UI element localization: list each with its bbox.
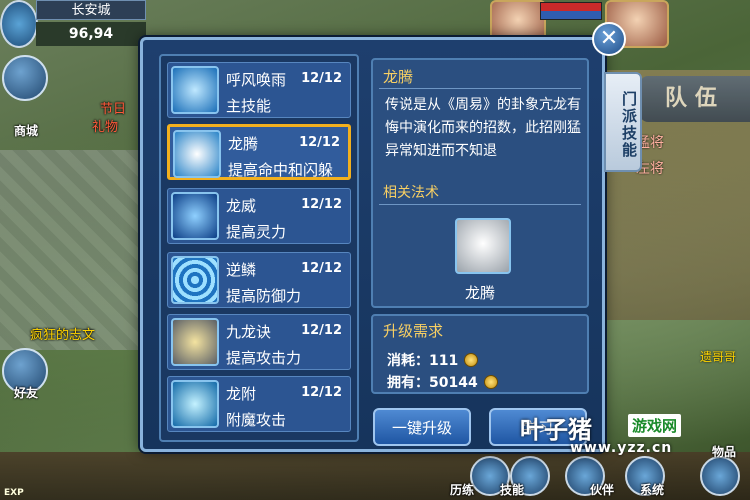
items-label: 物品: [712, 445, 737, 459]
skill-name: 龙腾: [228, 135, 259, 153]
exp-label: EXP: [4, 488, 24, 498]
owned-row: 拥有：50144: [387, 372, 498, 392]
skill-desc: 提高灵力: [226, 223, 287, 241]
cost-value: 111: [429, 353, 459, 369]
minimap-icon[interactable]: [0, 0, 38, 48]
skill-desc: 附魔攻击: [226, 411, 287, 429]
skill-item-reverse-scale[interactable]: 逆鳞 12/12 提高防御力: [167, 252, 351, 308]
skill-name: 呼风唤雨: [226, 71, 287, 89]
skill-item-wind-rain[interactable]: 呼风唤雨 12/12 主技能: [167, 62, 351, 118]
dragon-rise-skill-icon: [173, 130, 221, 178]
close-icon[interactable]: ✕: [592, 22, 626, 56]
shop-label: 商城: [13, 124, 38, 138]
cost-row: 消耗：111: [387, 350, 479, 370]
system-label: 系统: [640, 483, 665, 497]
team-tab-label: 队伍: [664, 86, 725, 111]
watermark: 叶子猪 游戏网 www.yzz.cn: [520, 408, 700, 464]
skill-name: 龙附: [226, 385, 257, 403]
dragon-rise-related-icon[interactable]: [455, 218, 511, 274]
detail-description: 传说是从《周易》的卦象亢龙有悔中演化而来的招数，此招刚猛异常知进而不知退: [385, 97, 581, 159]
related-spell-name: 龙腾: [464, 284, 495, 302]
skill-desc: 提高攻击力: [226, 349, 302, 367]
sect-skills-dialog: 呼风唤雨 12/12 主技能 龙腾 12/12 提高命中和闪躲 龙威 12/12…: [140, 37, 605, 452]
dragon-attach-skill-icon: [171, 380, 219, 428]
skill-level: 12/12: [301, 385, 342, 400]
tab-sect-skills[interactable]: 门派技能: [604, 72, 642, 172]
owned-label: 拥有：: [387, 375, 429, 391]
skill-level: 12/12: [301, 261, 342, 276]
skill-desc: 提高命中和闪躲: [228, 161, 334, 179]
skill-item-nine-dragons[interactable]: 九龙诀 12/12 提高攻击力: [167, 314, 351, 370]
skill-desc: 提高防御力: [226, 287, 302, 305]
coin-icon: [483, 375, 498, 389]
skill-desc: 主技能: [226, 97, 272, 115]
divider: [379, 88, 581, 89]
dragon-might-skill-icon: [171, 192, 219, 240]
team-tab[interactable]: 队伍: [640, 76, 750, 122]
npc-event-text: 节日: [100, 102, 127, 117]
skill-name: 九龙诀: [226, 323, 272, 341]
cost-label: 消耗：: [387, 353, 429, 369]
skills-label: 技能: [500, 483, 525, 497]
items-button[interactable]: [700, 456, 740, 496]
skill-level: 12/12: [301, 71, 342, 86]
watermark-url: www.yzz.cn: [570, 440, 673, 456]
skill-item-dragon-might[interactable]: 龙威 12/12 提高灵力: [167, 188, 351, 244]
npc-name-text: 疯狂的志文: [30, 328, 96, 343]
skill-item-dragon-rise[interactable]: 龙腾 12/12 提高命中和闪躲: [167, 124, 351, 180]
detail-skill-name: 龙腾: [383, 68, 414, 86]
hp-mp-bars: [540, 2, 602, 20]
skill-level: 12/12: [299, 135, 340, 150]
owned-value: 50144: [429, 375, 478, 391]
city-name: 长安城: [36, 0, 146, 20]
city-widget: 长安城 96,94: [0, 0, 150, 48]
friends-label: 好友: [13, 386, 38, 400]
skill-level: 12/12: [301, 323, 342, 338]
coordinates: 96,94: [36, 22, 146, 46]
watermark-box: 游戏网: [628, 414, 682, 437]
wind-rain-skill-icon: [171, 66, 219, 114]
skill-item-dragon-attach[interactable]: 龙附 12/12 附魔攻击: [167, 376, 351, 432]
right-npc-label: 遗哥哥: [700, 350, 737, 364]
reverse-scale-skill-icon: [171, 256, 219, 304]
skill-name: 逆鳞: [226, 261, 257, 279]
upgrade-all-button[interactable]: 一键升级: [373, 408, 471, 446]
skill-list: 呼风唤雨 12/12 主技能 龙腾 12/12 提高命中和闪躲 龙威 12/12…: [159, 54, 359, 442]
skill-detail-panel: 龙腾 传说是从《周易》的卦象亢龙有悔中演化而来的招数，此招刚猛异常知进而不知退 …: [371, 58, 589, 308]
requirements-title: 升级需求: [383, 322, 444, 340]
shop-button[interactable]: [2, 55, 48, 101]
divider: [379, 204, 581, 205]
coin-icon: [464, 353, 479, 367]
npc-gift-text: 礼物: [92, 120, 119, 135]
partner-label: 伙伴: [590, 483, 615, 497]
skill-name: 龙威: [226, 197, 257, 215]
nine-dragons-skill-icon: [171, 318, 219, 366]
upgrade-requirements-panel: 升级需求 消耗：111 拥有：50144: [371, 314, 589, 394]
trial-label: 历练: [450, 483, 475, 497]
skill-level: 12/12: [301, 197, 342, 212]
related-spells-title: 相关法术: [383, 185, 439, 201]
